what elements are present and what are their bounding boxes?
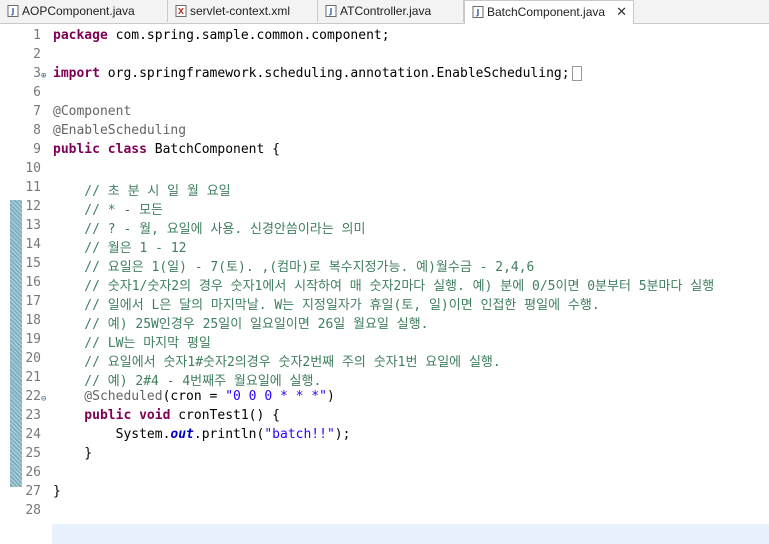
- java-file-icon: J: [7, 5, 19, 17]
- line-number: 28: [25, 503, 41, 518]
- java-file-icon: J: [472, 6, 484, 18]
- line-number: 24: [25, 427, 41, 442]
- line-number: 20: [25, 351, 41, 366]
- tab-servlet-context[interactable]: X servlet-context.xml: [168, 0, 318, 22]
- line-number: 6: [33, 85, 41, 100]
- line-number: 11: [25, 180, 41, 195]
- code-comment: // ? - 월, 요일에 사용. 신경안씀이라는 의미: [53, 222, 366, 237]
- code-comment: // 예) 25W인경우 25일이 일요일이면 26일 월요일 실행.: [53, 317, 429, 332]
- code-comment: // 예) 2#4 - 4번째주 월요일에 실행.: [53, 374, 322, 389]
- tab-batchcomponent[interactable]: J BatchComponent.java ✕: [464, 0, 634, 24]
- line-number: 1: [33, 28, 41, 43]
- code-editor[interactable]: 1 2 3 6 7 8 9 10 11 12 13 14 15 16 17 18…: [0, 24, 769, 544]
- line-number: 2: [33, 47, 41, 62]
- line-number: 14: [25, 237, 41, 252]
- line-number: 22: [25, 389, 41, 404]
- code-comment: // 일에서 L은 달의 마지막날. W는 지정일자가 휴일(토, 일)이면 인…: [53, 298, 600, 313]
- line-number: 13: [25, 218, 41, 233]
- code-line-scheduled: @Scheduled(cron = "0 0 0 * * *"): [53, 389, 335, 404]
- tab-atcontroller[interactable]: J ATController.java: [318, 0, 464, 22]
- tab-label: servlet-context.xml: [190, 4, 291, 18]
- code-comment: // LW는 마지막 평일: [53, 336, 211, 351]
- code-comment: // 숫자1/숫자2의 경우 숫자1에서 시작하여 매 숫자2마다 실행. 예)…: [53, 279, 715, 294]
- code-comment: // 요일은 1(일) - 7(토). ,(컴마)로 복수지정가능. 예)월수금…: [53, 260, 535, 275]
- java-file-icon: J: [325, 5, 337, 17]
- code-line-method-decl: public void cronTest1() {: [53, 408, 280, 423]
- line-number: 17: [25, 294, 41, 309]
- editor-tab-bar: J AOPComponent.java X servlet-context.xm…: [0, 0, 769, 24]
- svg-text:J: J: [329, 7, 333, 16]
- tab-label: BatchComponent.java: [487, 5, 606, 19]
- line-number: 18: [25, 313, 41, 328]
- line-number: 15: [25, 256, 41, 271]
- code-comment: // 초 분 시 일 월 요일: [53, 184, 231, 199]
- fold-expand-icon[interactable]: ⊕: [41, 71, 46, 81]
- svg-text:X: X: [178, 7, 185, 16]
- line-number: 8: [33, 123, 41, 138]
- line-number: 27: [25, 484, 41, 499]
- tab-aopcomponent[interactable]: J AOPComponent.java: [0, 0, 168, 22]
- code-comment: // * - 모든: [53, 203, 164, 218]
- xml-file-icon: X: [175, 5, 187, 17]
- code-line-package: package com.spring.sample.common.compone…: [53, 28, 390, 43]
- code-line-import: import org.springframework.scheduling.an…: [53, 66, 582, 81]
- line-number: 19: [25, 332, 41, 347]
- line-number: 9: [33, 142, 41, 157]
- code-line-println: System.out.println("batch!!");: [53, 427, 351, 442]
- line-number: 21: [25, 370, 41, 385]
- collapsed-imports-marker[interactable]: [571, 66, 582, 81]
- line-number: 3: [33, 66, 41, 81]
- code-line-annotation: @EnableScheduling: [53, 123, 187, 138]
- code-comment: // 월은 1 - 12: [53, 241, 187, 256]
- code-line-class-decl: public class BatchComponent {: [53, 142, 280, 157]
- line-number: 26: [25, 465, 41, 480]
- svg-text:J: J: [476, 8, 480, 17]
- line-number: 25: [25, 446, 41, 461]
- code-line-method-close: }: [53, 446, 93, 461]
- line-number: 23: [25, 408, 41, 423]
- line-number: 12: [25, 199, 41, 214]
- fold-collapse-icon[interactable]: ⊖: [41, 394, 46, 404]
- svg-text:J: J: [11, 7, 15, 16]
- tab-label: AOPComponent.java: [22, 4, 135, 18]
- code-comment: // 요일에서 숫자1#숫자2의경우 숫자2번째 주의 숫자1번 요일에 실행.: [53, 355, 501, 370]
- line-number: 10: [25, 161, 41, 176]
- current-line-highlight: [52, 524, 769, 544]
- tab-label: ATController.java: [340, 4, 432, 18]
- code-line-annotation: @Component: [53, 104, 132, 119]
- code-line-class-close: }: [53, 484, 61, 499]
- line-number: 16: [25, 275, 41, 290]
- line-number: 7: [33, 104, 41, 119]
- close-icon[interactable]: ✕: [616, 1, 627, 23]
